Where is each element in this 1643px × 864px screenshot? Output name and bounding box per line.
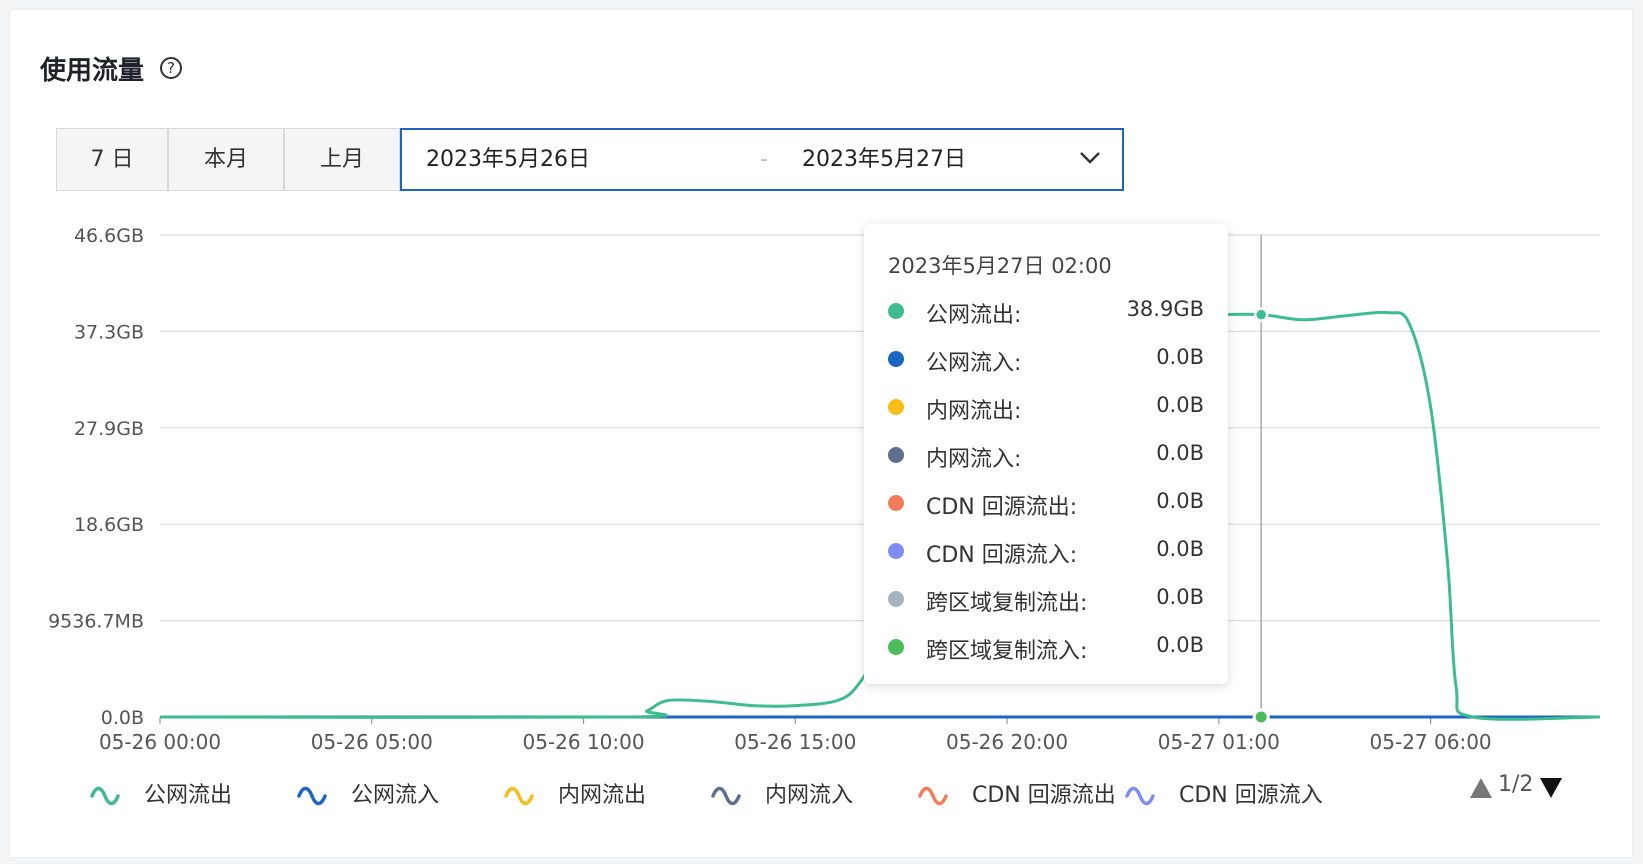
series-dot-icon [888, 495, 904, 511]
y-tick-label: 46.6GB [74, 225, 144, 247]
y-tick-label: 9536.7MB [48, 611, 144, 633]
tooltip-row: 公网流入: 0.0B [864, 340, 1228, 380]
wave-icon [90, 786, 120, 806]
legend-label: 公网流出 [144, 783, 233, 808]
tooltip-row-label: 内网流入: [926, 447, 1022, 472]
tooltip-title: 2023年5月27日 02:00 [888, 254, 1112, 278]
chart-tooltip: 2023年5月27日 02:00 公网流出: 38.9GB 公网流入: 0.0B 内网流… [864, 224, 1228, 684]
chart-axes: 46.6GB37.3GB27.9GB18.6GB9536.7MB0.0B05-2… [48, 225, 1492, 754]
tooltip-row-value: 0.0B [1156, 537, 1204, 561]
tooltip-row: 跨区域复制流出: 0.0B [864, 580, 1228, 620]
series-dot-icon [888, 303, 904, 319]
hover-point[interactable] [1252, 708, 1270, 726]
legend-next-page-icon[interactable] [1540, 778, 1562, 798]
wave-icon-path [1125, 786, 1155, 806]
wave-icon-path [711, 786, 741, 806]
series-dot-icon [888, 399, 904, 415]
tooltip-row-value: 0.0B [1156, 393, 1204, 417]
tooltip-row: CDN 回源流入: 0.0B [864, 532, 1228, 572]
legend-label: 公网流入 [351, 783, 440, 808]
series-dot-icon [888, 543, 904, 559]
tooltip-row: 内网流入: 0.0B [864, 436, 1228, 476]
tooltip-row-value: 0.0B [1156, 585, 1204, 609]
tooltip-row-label: 公网流出: [926, 303, 1022, 328]
tooltip-row-value: 0.0B [1156, 345, 1204, 369]
wave-icon-path [918, 786, 948, 806]
legend-pager: 1/2 [1498, 772, 1534, 797]
tooltip-row: 跨区域复制流入: 0.0B [864, 628, 1228, 668]
wave-icon-path [90, 786, 120, 806]
chart-hover[interactable] [1252, 235, 1270, 726]
tooltip-row: 公网流出: 38.9GB [864, 292, 1228, 332]
x-tick-label: 05-27 06:00 [1370, 730, 1492, 754]
x-tick-label: 05-27 01:00 [1158, 730, 1280, 754]
series-dot-icon [888, 591, 904, 607]
x-tick-label: 05-26 20:00 [946, 730, 1068, 754]
wave-icon [711, 786, 741, 806]
y-tick-label: 37.3GB [74, 321, 144, 343]
x-tick-label: 05-26 05:00 [311, 730, 433, 754]
legend-label: 内网流入 [765, 783, 854, 808]
y-tick-label: 18.6GB [74, 514, 144, 536]
tooltip-row: CDN 回源流出: 0.0B [864, 484, 1228, 524]
traffic-line-chart: 46.6GB37.3GB27.9GB18.6GB9536.7MB0.0B05-2… [48, 225, 1601, 754]
series-dot-icon [888, 639, 904, 655]
wave-icon [918, 786, 948, 806]
x-tick-label: 05-26 10:00 [522, 730, 644, 754]
tooltip-row-value: 0.0B [1156, 441, 1204, 465]
wave-icon [1125, 786, 1155, 806]
legend-prev-page-icon[interactable] [1470, 778, 1492, 798]
tooltip-row-label: 跨区域复制流入: [926, 639, 1088, 664]
wave-icon [504, 786, 534, 806]
y-tick-label: 0.0B [101, 707, 144, 729]
tooltip-row-label: 公网流入: [926, 351, 1022, 376]
hover-point[interactable] [1253, 307, 1269, 322]
tooltip-row-label: 内网流出: [926, 399, 1022, 424]
series-dot-icon [888, 447, 904, 463]
wave-icon-path [297, 786, 327, 806]
tooltip-row-label: 跨区域复制流出: [926, 591, 1088, 616]
tooltip-row-value: 38.9GB [1126, 297, 1204, 321]
tooltip-row-label: CDN 回源流入: [926, 543, 1078, 568]
x-tick-label: 05-26 00:00 [99, 730, 221, 754]
y-tick-label: 27.9GB [74, 418, 144, 440]
series-dot-icon [888, 351, 904, 367]
tooltip-row-label: CDN 回源流出: [926, 495, 1078, 520]
tooltip-row: 内网流出: 0.0B [864, 388, 1228, 428]
legend-label: 内网流出 [558, 783, 647, 808]
tooltip-row-value: 0.0B [1156, 489, 1204, 513]
wave-icon [297, 786, 327, 806]
legend-label: CDN 回源流出 [972, 783, 1116, 808]
x-tick-label: 05-26 15:00 [734, 730, 856, 754]
tooltip-row-value: 0.0B [1156, 633, 1204, 657]
wave-icon-path [504, 786, 534, 806]
legend-label: CDN 回源流入 [1179, 783, 1323, 808]
